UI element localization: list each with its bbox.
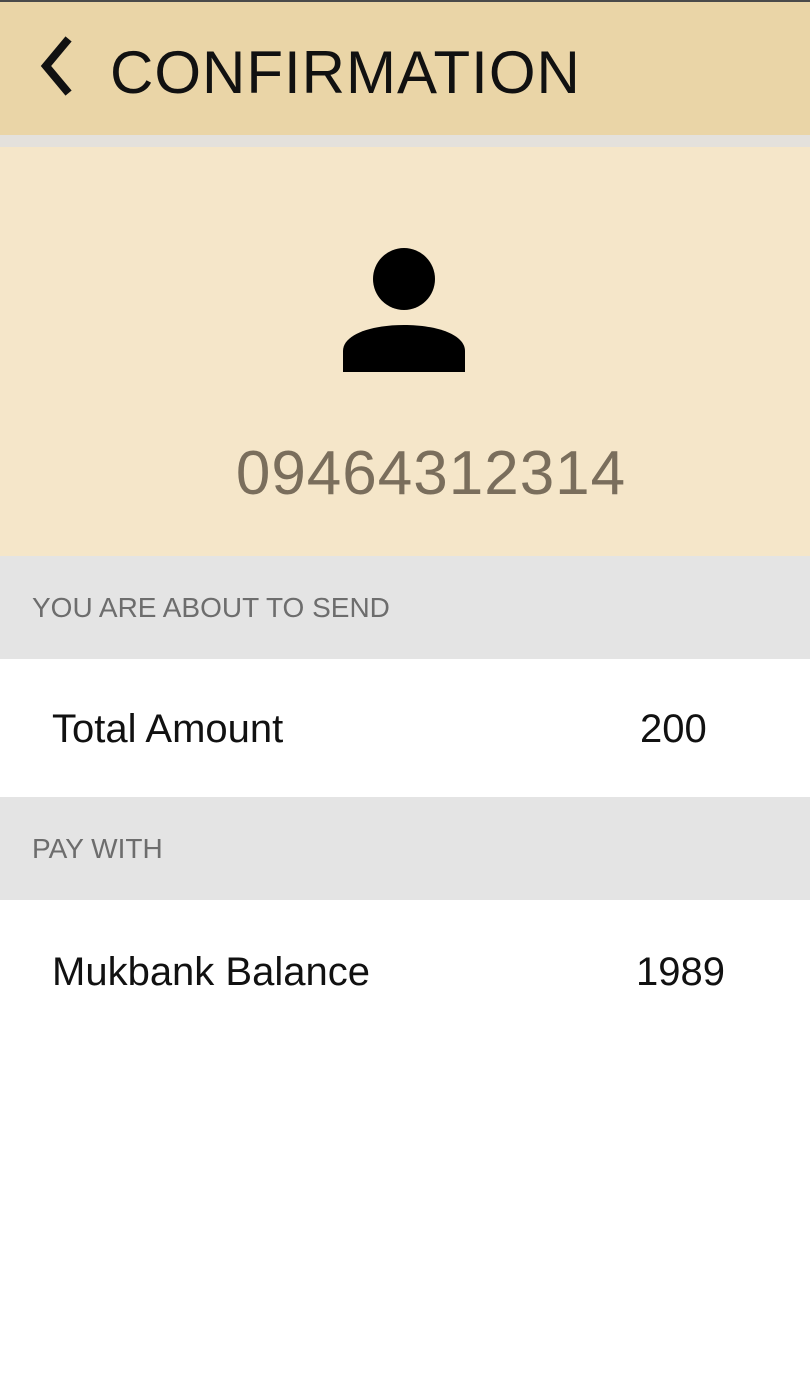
send-section-header: YOU ARE ABOUT TO SEND: [0, 556, 810, 659]
payment-source-balance: 1989: [636, 950, 725, 994]
page-title: CONFIRMATION: [110, 39, 581, 106]
recipient-panel: 09464312314: [0, 147, 810, 556]
confirmation-screen: CONFIRMATION 09464312314 YOU ARE ABOUT T…: [0, 0, 810, 1390]
pay-with-section-header: PAY WITH: [0, 797, 810, 900]
total-amount-row: Total Amount 200: [0, 659, 810, 797]
app-bar: CONFIRMATION: [0, 2, 810, 135]
payment-source-row[interactable]: Mukbank Balance 1989: [0, 900, 810, 1042]
total-amount-label: Total Amount: [52, 707, 284, 751]
total-amount-value: 200: [640, 707, 707, 751]
chevron-left-icon: [38, 35, 74, 101]
back-button[interactable]: [26, 32, 86, 104]
payment-source-label: Mukbank Balance: [52, 950, 370, 994]
header-divider: [0, 135, 810, 147]
person-icon: [340, 247, 470, 372]
recipient-number: 09464312314: [235, 439, 627, 508]
